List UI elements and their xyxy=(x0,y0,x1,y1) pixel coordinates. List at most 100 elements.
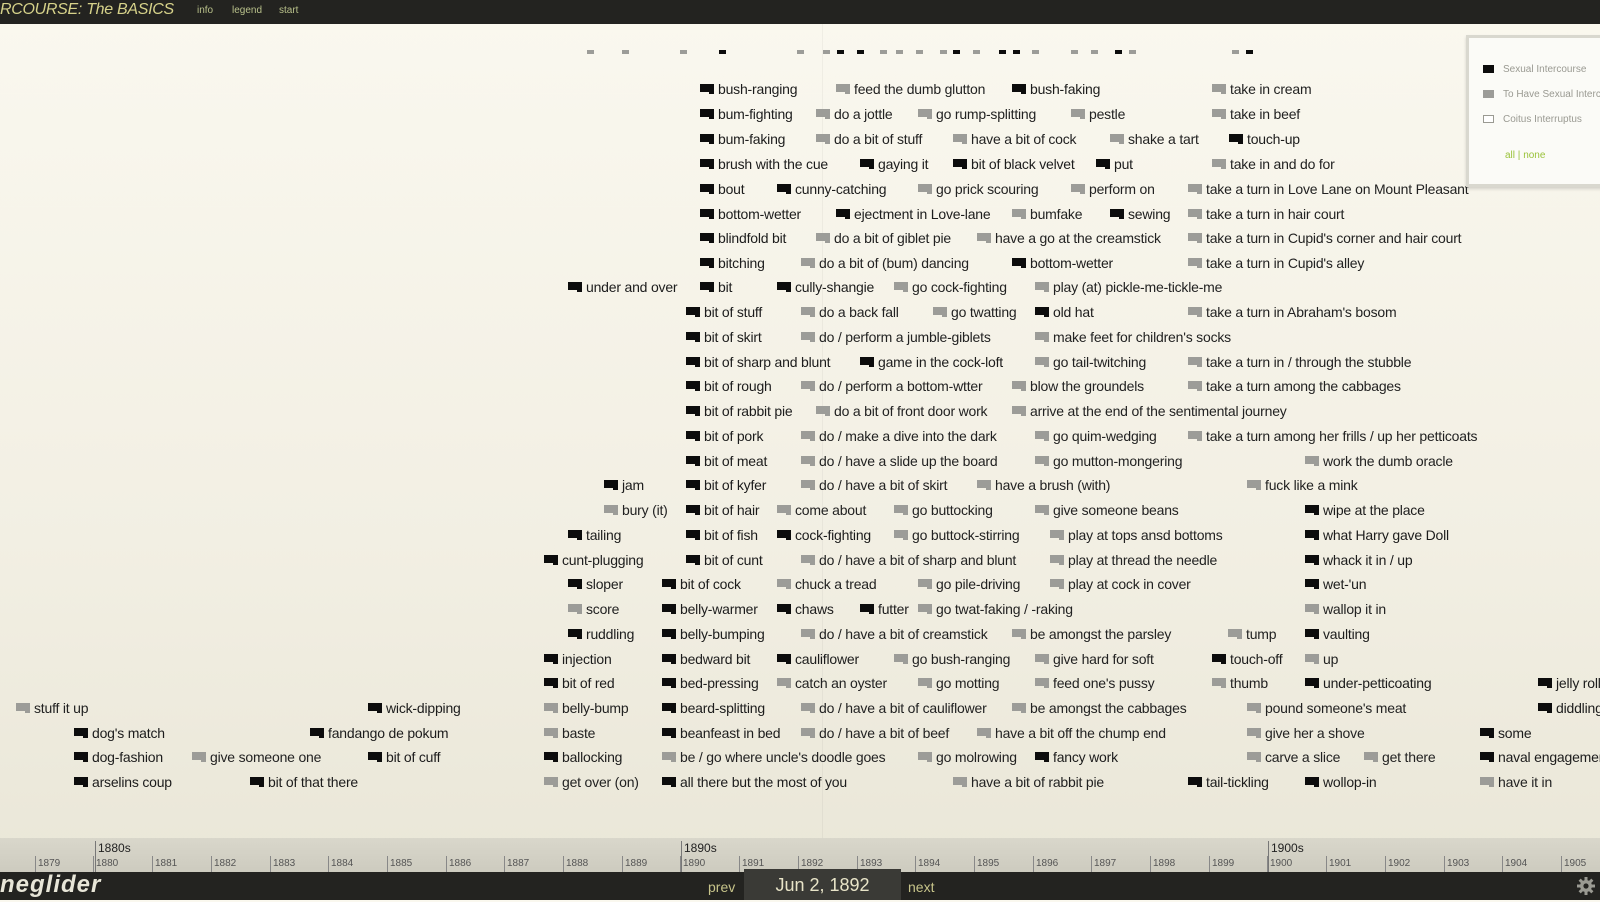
timeline-event[interactable]: perform on xyxy=(1071,181,1155,198)
timeline-event[interactable]: take a turn among the cabbages xyxy=(1188,378,1401,395)
timeline-event[interactable]: put xyxy=(1096,156,1133,173)
timeline-event[interactable]: jam xyxy=(604,477,644,494)
timeline-event[interactable]: tump xyxy=(1228,626,1277,643)
timeline-event[interactable]: take in beef xyxy=(1212,106,1300,123)
timeline-event[interactable]: go motting xyxy=(918,675,1000,692)
timeline-event[interactable]: have a bit of cock xyxy=(953,131,1077,148)
next-button[interactable]: next xyxy=(908,879,934,895)
timeline-event[interactable]: give someone beans xyxy=(1035,502,1179,519)
timeline-event[interactable]: have a go at the creamstick xyxy=(977,230,1161,247)
timeline-event[interactable]: take a turn in Abraham's bosom xyxy=(1188,304,1397,321)
timeline-event[interactable]: under and over xyxy=(568,279,678,296)
nav-legend-link[interactable]: legend xyxy=(232,5,262,16)
timeline-event[interactable]: take a turn in Cupid's alley xyxy=(1188,255,1364,272)
timeline-event[interactable]: belly-warmer xyxy=(662,601,758,618)
timeline-event[interactable]: go bush-ranging xyxy=(894,651,1010,668)
timeline-event[interactable]: do / have a bit of cauliflower xyxy=(801,700,987,717)
timeline-event[interactable]: fandango de pokum xyxy=(310,725,449,742)
nav-start-link[interactable]: start xyxy=(279,5,298,16)
timeline-event[interactable]: gaying it xyxy=(860,156,929,173)
timeline-event[interactable]: bit of cuff xyxy=(368,749,441,766)
timeline-event[interactable]: make feet for children's socks xyxy=(1035,329,1231,346)
timeline-event[interactable]: jelly roll xyxy=(1538,675,1600,692)
timeline-event[interactable]: do a bit of giblet pie xyxy=(816,230,951,247)
timeline-event[interactable]: beard-splitting xyxy=(662,700,765,717)
timeline-event[interactable]: sewing xyxy=(1110,206,1171,223)
timeline-event[interactable]: do / make a dive into the dark xyxy=(801,428,997,445)
timeline-event[interactable]: have a bit of rabbit pie xyxy=(953,774,1104,791)
legend-item-to-have-sexual-intercourse[interactable]: To Have Sexual Intercourse xyxy=(1483,89,1600,100)
timeline-event[interactable]: do a bit of stuff xyxy=(816,131,922,148)
timeline-event[interactable]: bit of stuff xyxy=(686,304,762,321)
timeline-event[interactable]: take in cream xyxy=(1212,81,1312,98)
timeline-event[interactable]: go twat-faking / -raking xyxy=(918,601,1073,618)
timeline-event[interactable]: catch an oyster xyxy=(777,675,887,692)
timeline-event[interactable]: game in the cock-loft xyxy=(860,354,1003,371)
legend-item-sexual-intercourse[interactable]: Sexual Intercourse xyxy=(1483,64,1586,75)
timeline-event[interactable]: come about xyxy=(777,502,866,519)
timeline-event[interactable]: bitching xyxy=(700,255,765,272)
timeline-event[interactable]: bit of rough xyxy=(686,378,772,395)
timeline-event[interactable]: pound someone's meat xyxy=(1247,700,1406,717)
timeline-event[interactable]: sloper xyxy=(568,576,623,593)
timeline-event[interactable]: play at cock in cover xyxy=(1050,576,1191,593)
timeline-event[interactable]: bit of kyfer xyxy=(686,477,766,494)
timeline-event[interactable]: go pile-driving xyxy=(918,576,1020,593)
timeline-event[interactable]: feed one's pussy xyxy=(1035,675,1155,692)
timeline-event[interactable]: cunny-catching xyxy=(777,181,887,198)
timeline-event[interactable]: futter xyxy=(860,601,909,618)
timeline-event[interactable]: go rump-splitting xyxy=(918,106,1036,123)
timeline-event[interactable]: score xyxy=(568,601,619,618)
timeline-event[interactable]: bum-faking xyxy=(700,131,785,148)
timeline-event[interactable]: do a back fall xyxy=(801,304,899,321)
timeline-event[interactable]: be amongst the parsley xyxy=(1012,626,1171,643)
timeline-event[interactable]: cunt-plugging xyxy=(544,552,644,569)
timeline-event[interactable]: go molrowing xyxy=(918,749,1017,766)
timeline-event[interactable]: old hat xyxy=(1035,304,1094,321)
timeline-event[interactable]: belly-bump xyxy=(544,700,629,717)
timeline-event[interactable]: blindfold bit xyxy=(700,230,786,247)
timeline-event[interactable]: bit of rabbit pie xyxy=(686,403,793,420)
legend-item-coitus-interruptus[interactable]: Coitus Interruptus xyxy=(1483,114,1582,125)
timeline-event[interactable]: what Harry gave Doll xyxy=(1305,527,1449,544)
timeline-event[interactable]: work the dumb oracle xyxy=(1305,453,1453,470)
timeline-event[interactable]: bumfake xyxy=(1012,206,1082,223)
timeline-event[interactable]: bit of fish xyxy=(686,527,758,544)
timeline-event[interactable]: bit of black velvet xyxy=(953,156,1075,173)
timeline-event[interactable]: have it in xyxy=(1480,774,1552,791)
timeline-event[interactable]: fancy work xyxy=(1035,749,1118,766)
timeline-event[interactable]: take a turn in Love Lane on Mount Pleasa… xyxy=(1188,181,1469,198)
timeline-event[interactable]: get over (on) xyxy=(544,774,639,791)
timeline-event[interactable]: shake a tart xyxy=(1110,131,1199,148)
timeline-event[interactable]: bush-ranging xyxy=(700,81,798,98)
timeline-event[interactable]: up xyxy=(1305,651,1338,668)
timeline-event[interactable]: feed the dumb glutton xyxy=(836,81,985,98)
timeline-event[interactable]: vaulting xyxy=(1305,626,1370,643)
timeline-event[interactable]: stuff it up xyxy=(16,700,89,717)
timeline-event[interactable]: belly-bumping xyxy=(662,626,765,643)
timeline-event[interactable]: go prick scouring xyxy=(918,181,1039,198)
timeline-event[interactable]: take a turn in hair court xyxy=(1188,206,1344,223)
gear-icon[interactable] xyxy=(1576,876,1596,896)
timeline-event[interactable]: bit of meat xyxy=(686,453,767,470)
timeline-event[interactable]: do / perform a jumble-giblets xyxy=(801,329,991,346)
timeline-event[interactable]: get there xyxy=(1364,749,1436,766)
timeline-event[interactable]: give hard for soft xyxy=(1035,651,1154,668)
timeline-event[interactable]: wet-'un xyxy=(1305,576,1366,593)
timeline-event[interactable]: do / have a bit of skirt xyxy=(801,477,947,494)
timeline-event[interactable]: injection xyxy=(544,651,612,668)
timeline-event[interactable]: go twatting xyxy=(933,304,1017,321)
timeline-ruler[interactable]: 1880s 1890s 1900s 1879 1880 1881 1882 1883 1884 1… xyxy=(0,838,1600,872)
timeline-event[interactable]: tailing xyxy=(568,527,621,544)
timeline-event[interactable]: fuck like a mink xyxy=(1247,477,1358,494)
timeline-event[interactable]: tail-tickling xyxy=(1188,774,1269,791)
timeline-event[interactable]: chuck a tread xyxy=(777,576,877,593)
timeline-event[interactable]: touch-up xyxy=(1229,131,1300,148)
timeline-event[interactable]: bout xyxy=(700,181,745,198)
timeline-event[interactable]: bury (it) xyxy=(604,502,668,519)
timeline-event[interactable]: baste xyxy=(544,725,595,742)
timeline-event[interactable]: have a brush (with) xyxy=(977,477,1110,494)
timeline-event[interactable]: go tail-twitching xyxy=(1035,354,1146,371)
timeline-event[interactable]: ruddling xyxy=(568,626,634,643)
timeline-event[interactable]: pestle xyxy=(1071,106,1125,123)
